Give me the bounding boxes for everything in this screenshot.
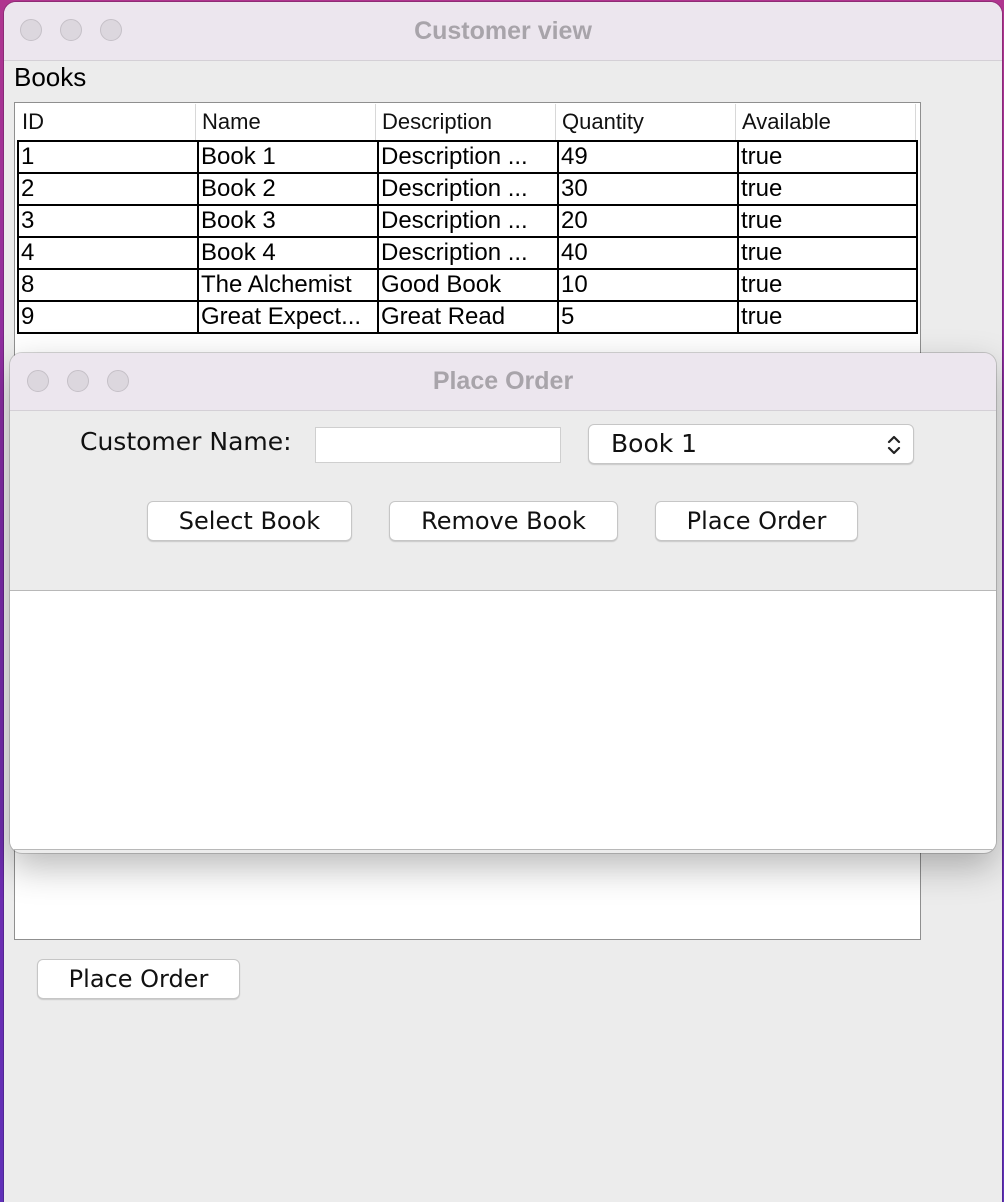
dialog-titlebar[interactable]: Place Order [10, 353, 996, 411]
table-row[interactable]: 4 Book 4 Description ... 40 true [19, 238, 916, 270]
column-header-available[interactable]: Available [736, 104, 916, 140]
cell-description: Description ... [379, 174, 559, 204]
remove-book-button[interactable]: Remove Book [389, 501, 618, 541]
books-heading: Books [14, 62, 87, 92]
window-title: Customer view [414, 17, 592, 45]
customer-name-label: Customer Name: [80, 427, 292, 456]
column-header-id[interactable]: ID [16, 104, 196, 140]
cell-description: Great Read [379, 302, 559, 332]
cell-available: true [741, 303, 783, 330]
cell-quantity: 5 [559, 302, 739, 332]
cell-name: The Alchemist [199, 270, 379, 300]
cell-available: true [741, 143, 783, 170]
cell-quantity: 30 [559, 174, 739, 204]
cell-name: Book 2 [199, 174, 379, 204]
cell-name: Book 1 [199, 142, 379, 172]
customer-name-input[interactable] [315, 427, 561, 463]
book-select[interactable]: Book 1 [588, 424, 914, 464]
column-header-description[interactable]: Description [376, 104, 556, 140]
table-header: ID Name Description Quantity Available [16, 104, 916, 140]
cell-quantity: 10 [559, 270, 739, 300]
cell-description: Description ... [379, 206, 559, 236]
cell-description: Good Book [379, 270, 559, 300]
main-place-order-button[interactable]: Place Order [37, 959, 240, 999]
select-book-button[interactable]: Select Book [147, 501, 352, 541]
chevron-up-down-icon [887, 435, 901, 455]
main-titlebar[interactable]: Customer view [4, 2, 1002, 61]
place-order-dialog: Place Order Customer Name: Book 1 Select… [10, 353, 996, 853]
cell-id: 2 [19, 174, 199, 204]
table-row[interactable]: 1 Book 1 Description ... 49 true [19, 142, 916, 174]
cell-available: true [741, 207, 783, 234]
column-header-quantity[interactable]: Quantity [556, 104, 736, 140]
book-select-value: Book 1 [611, 429, 698, 458]
table-body: 1 Book 1 Description ... 49 true 2 Book … [17, 140, 918, 334]
cell-id: 9 [19, 302, 199, 332]
cell-name: Book 3 [199, 206, 379, 236]
table-row[interactable]: 8 The Alchemist Good Book 10 true [19, 270, 916, 302]
cell-name: Great Expect... [199, 302, 379, 332]
dialog-title: Place Order [432, 367, 574, 395]
cell-id: 4 [19, 238, 199, 268]
column-header-name[interactable]: Name [196, 104, 376, 140]
cell-name: Book 4 [199, 238, 379, 268]
cell-quantity: 49 [559, 142, 739, 172]
cell-available: true [741, 175, 783, 202]
cell-description: Description ... [379, 142, 559, 172]
cell-id: 1 [19, 142, 199, 172]
table-row[interactable]: 3 Book 3 Description ... 20 true [19, 206, 916, 238]
cell-quantity: 40 [559, 238, 739, 268]
table-row[interactable]: 9 Great Expect... Great Read 5 true [19, 302, 916, 334]
cell-id: 8 [19, 270, 199, 300]
dialog-place-order-button[interactable]: Place Order [655, 501, 858, 541]
selected-books-list[interactable] [10, 590, 996, 850]
cell-available: true [741, 239, 783, 266]
table-row[interactable]: 2 Book 2 Description ... 30 true [19, 174, 916, 206]
cell-description: Description ... [379, 238, 559, 268]
cell-id: 3 [19, 206, 199, 236]
cell-quantity: 20 [559, 206, 739, 236]
cell-available: true [741, 271, 783, 298]
